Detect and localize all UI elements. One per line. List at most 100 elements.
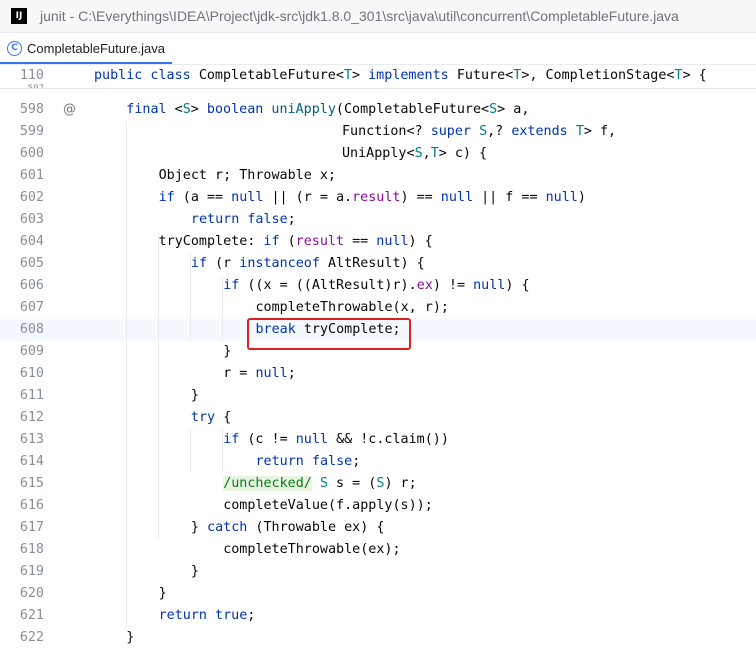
- code-token: >: [352, 68, 369, 83]
- line-number: 605: [19, 256, 44, 271]
- code-line[interactable]: }: [159, 586, 167, 601]
- line-number: 611: [19, 388, 44, 403]
- line-number: 110: [19, 68, 44, 83]
- code-line[interactable]: try {: [191, 410, 231, 425]
- code-token: catch: [207, 520, 256, 535]
- code-line[interactable]: UniApply<S,T> c) {: [342, 146, 487, 161]
- code-line[interactable]: }: [223, 344, 231, 359]
- code-token: uniApply: [271, 102, 336, 117]
- line-number: 614: [19, 454, 44, 469]
- code-token: null: [545, 190, 578, 205]
- line-number: 609: [19, 344, 44, 359]
- code-line[interactable]: tryComplete: if (result == null) {: [159, 234, 433, 249]
- code-token: boolean: [206, 102, 272, 117]
- line-number: 604: [19, 234, 44, 249]
- code-token: ) r;: [384, 476, 417, 491]
- indent-guide: [126, 121, 127, 627]
- code-line[interactable]: if (r instanceof AltResult) {: [191, 256, 425, 271]
- code-line[interactable]: }: [191, 388, 199, 403]
- code-line[interactable]: completeThrowable(x, r);: [256, 300, 449, 315]
- code-token: >, CompletionStage<: [521, 68, 675, 83]
- intellij-app-icon[interactable]: IJ: [11, 8, 27, 24]
- line-number: 601: [19, 168, 44, 183]
- code-token: r =: [223, 366, 256, 381]
- code-token: if: [223, 278, 248, 293]
- code-token: CompletableFuture<: [198, 68, 344, 83]
- code-line[interactable]: final <S> boolean uniApply(CompletableFu…: [126, 102, 529, 117]
- code-token: if: [190, 256, 216, 271]
- indent-guide: [190, 429, 191, 473]
- code-token: if: [263, 234, 288, 249]
- code-token: ex: [416, 278, 433, 293]
- code-line[interactable]: }: [191, 564, 199, 579]
- code-token: ,: [422, 146, 431, 161]
- cut-line-number: 597: [0, 82, 44, 88]
- code-token: (a ==: [182, 190, 232, 205]
- title-bar: IJ junit - C:\Everythings\IDEA\Project\j…: [0, 0, 756, 33]
- code-line[interactable]: if (a == null || (r = a.result) == null …: [159, 190, 586, 205]
- code-token: > {: [682, 68, 707, 83]
- code-token: return false: [255, 454, 353, 469]
- code-token: T: [343, 68, 352, 83]
- code-token: }: [190, 564, 199, 579]
- code-line[interactable]: r = null;: [223, 366, 296, 381]
- code-line[interactable]: Function<? super S,? extends T> f,: [342, 124, 616, 139]
- annotation-gutter-icon[interactable]: @: [63, 102, 76, 117]
- code-token: > c) {: [438, 146, 488, 161]
- line-number: 613: [19, 432, 44, 447]
- code-token: (Throwable ex) {: [255, 520, 385, 535]
- code-line[interactable]: } catch (Throwable ex) {: [191, 520, 385, 535]
- code-token: null: [376, 234, 409, 249]
- code-token: T: [575, 124, 584, 139]
- code-line[interactable]: if ((x = ((AltResult)r).ex) != null) {: [223, 278, 529, 293]
- code-line[interactable]: return false;: [256, 454, 361, 469]
- line-number: 612: [19, 410, 44, 425]
- code-line[interactable]: }: [126, 630, 134, 645]
- code-token: if: [223, 432, 248, 447]
- code-line[interactable]: if (c != null && !c.claim()): [223, 432, 449, 447]
- code-token: null: [473, 278, 506, 293]
- line-number: 607: [19, 300, 44, 315]
- code-token: }: [223, 344, 232, 359]
- code-token: instanceof: [239, 256, 328, 271]
- code-token: null: [255, 366, 288, 381]
- code-token: || (r = a.: [271, 190, 353, 205]
- sticky-class-header[interactable]: 110 public class CompletableFuture<T> im…: [0, 65, 756, 89]
- code-token: null: [440, 190, 482, 205]
- code-line[interactable]: completeValue(f.apply(s));: [223, 498, 433, 513]
- line-number: 620: [19, 586, 44, 601]
- code-token: result: [352, 190, 401, 205]
- code-line[interactable]: completeThrowable(ex);: [223, 542, 400, 557]
- code-token: }: [190, 388, 199, 403]
- code-token: implements: [368, 68, 457, 83]
- code-token: /unchecked/: [223, 476, 312, 491]
- code-token: Function<?: [342, 124, 431, 139]
- line-number: 615: [19, 476, 44, 491]
- code-line[interactable]: return true;: [159, 608, 256, 623]
- code-token: S: [414, 146, 423, 161]
- code-token: tryComplete:: [158, 234, 264, 249]
- java-class-icon: C: [7, 41, 22, 56]
- code-token: > a,: [497, 102, 530, 117]
- code-line[interactable]: return false;: [191, 212, 296, 227]
- code-line[interactable]: /unchecked/ S s = (S) r;: [223, 476, 417, 491]
- line-number: 600: [19, 146, 44, 161]
- code-editor[interactable]: 598 final <S> boolean uniApply(Completabl…: [0, 65, 756, 651]
- code-token: return false: [190, 212, 288, 227]
- code-token: s = (: [328, 476, 377, 491]
- code-token: T: [430, 146, 439, 161]
- line-number: 619: [19, 564, 44, 579]
- code-token: public class: [94, 68, 199, 83]
- tab-label: CompletableFuture.java: [27, 41, 166, 56]
- code-token: super: [430, 124, 480, 139]
- tab-completablefuture-java[interactable]: C CompletableFuture.java: [0, 33, 172, 64]
- code-token: ((x = ((AltResult)r).: [247, 278, 417, 293]
- code-line[interactable]: Object r; Throwable x;: [159, 168, 336, 183]
- code-token: ;: [287, 366, 296, 381]
- code-token: (c !=: [247, 432, 296, 447]
- code-token: completeThrowable(ex);: [223, 542, 401, 557]
- code-token: ==: [344, 234, 377, 249]
- code-token: ,?: [487, 124, 512, 139]
- code-token: }: [190, 520, 208, 535]
